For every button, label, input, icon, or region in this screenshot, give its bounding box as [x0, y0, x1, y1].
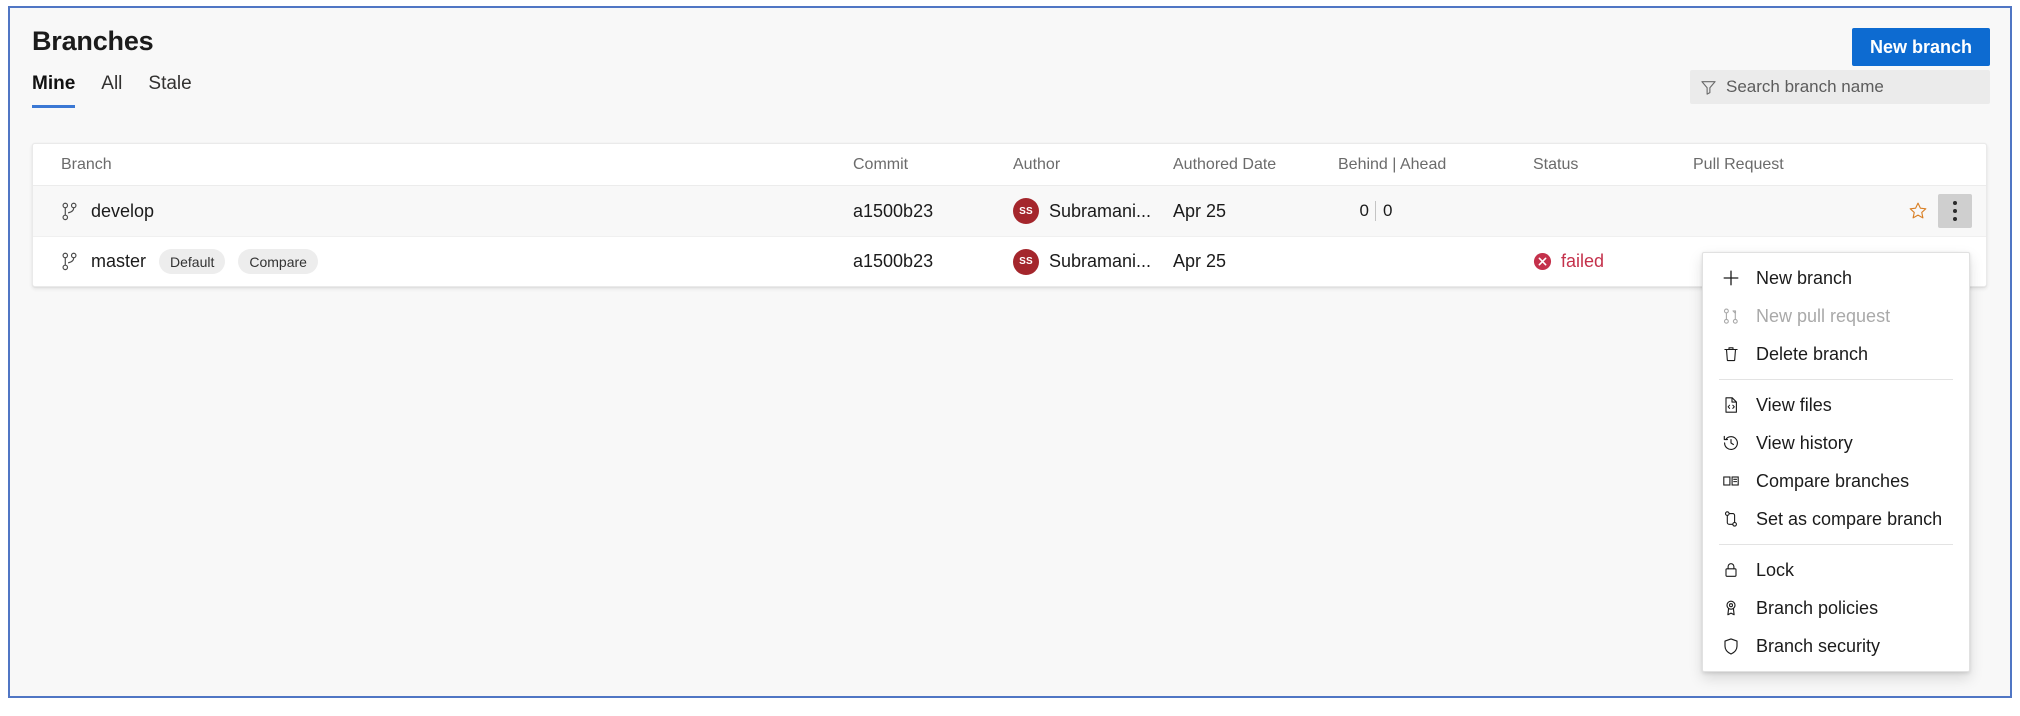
filter-icon [1701, 80, 1716, 95]
column-header-status: Status [1533, 155, 1579, 173]
menu-item-branch-policies[interactable]: Branch policies [1703, 589, 1969, 627]
author-name: Subramani... [1049, 200, 1152, 221]
menu-separator [1719, 379, 1953, 380]
menu-item-label: View history [1756, 432, 1853, 453]
branch-name: develop [91, 200, 155, 221]
menu-item-view-files[interactable]: View files [1703, 386, 1969, 424]
pull-request-icon [1723, 308, 1738, 324]
row-more-actions-button[interactable] [1938, 194, 1972, 228]
ahead-count: 0 [1383, 201, 1393, 220]
branch-context-menu: New branch New pull request Delete branc… [1702, 252, 1970, 672]
menu-item-label: Set as compare branch [1756, 508, 1943, 529]
page-title: Branches [32, 26, 154, 56]
menu-separator [1719, 544, 1953, 545]
status-failed-icon [1533, 252, 1552, 271]
cell-behind-ahead: 0 0 [1338, 201, 1533, 221]
compare-icon [1723, 476, 1739, 486]
cell-author: SS Subramani... [1013, 198, 1173, 224]
cell-branch: master Default Compare [33, 249, 853, 274]
menu-item-label: Compare branches [1756, 470, 1910, 491]
cell-branch: develop [33, 201, 853, 222]
menu-item-label: Branch policies [1756, 597, 1879, 618]
menu-item-view-history[interactable]: View history [1703, 424, 1969, 462]
badge-compare: Compare [238, 249, 318, 274]
hub-header: Branches New branch [10, 8, 2010, 70]
pivot-bar: Mine All Stale Search branch name [10, 70, 2010, 118]
column-header-behind-ahead: Behind | Ahead [1338, 155, 1447, 173]
status-badge: failed [1561, 251, 1605, 271]
cell-actions [1893, 194, 1986, 228]
tab-mine[interactable]: Mine [32, 72, 76, 108]
table-row[interactable]: develop a1500b23 SS Subramani... Apr 25 … [33, 186, 1986, 236]
cell-authored-date: Apr 25 [1173, 200, 1227, 221]
menu-item-label: Lock [1756, 559, 1795, 580]
history-icon [1723, 435, 1738, 451]
kebab-dot [1953, 209, 1957, 213]
search-placeholder: Search branch name [1726, 77, 1884, 96]
badge-default: Default [159, 249, 226, 274]
menu-item-lock[interactable]: Lock [1703, 551, 1969, 589]
plus-icon [1723, 270, 1739, 286]
menu-item-compare-branches[interactable]: Compare branches [1703, 462, 1969, 500]
search-branch-input[interactable]: Search branch name [1690, 70, 1990, 104]
menu-item-new-branch[interactable]: New branch [1703, 259, 1969, 297]
column-header-branch: Branch [61, 155, 112, 173]
column-header-authored-date: Authored Date [1173, 155, 1277, 173]
menu-item-label: New pull request [1756, 305, 1891, 326]
menu-item-delete-branch[interactable]: Delete branch [1703, 335, 1969, 373]
menu-item-label: New branch [1756, 267, 1853, 288]
tab-all[interactable]: All [101, 72, 122, 108]
branch-icon [62, 202, 77, 220]
author-name: Subramani... [1049, 251, 1152, 271]
menu-item-branch-security[interactable]: Branch security [1703, 627, 1969, 665]
file-code-icon [1725, 397, 1737, 413]
branches-table: Branch Commit Author Authored Date Behin… [32, 143, 1987, 287]
branch-icon [62, 252, 77, 271]
tab-stale[interactable]: Stale [148, 72, 191, 108]
cell-commit[interactable]: a1500b23 [853, 201, 1013, 222]
branches-hub: Branches New branch Mine All Stale Searc… [8, 6, 2012, 698]
set-compare-icon [1724, 511, 1737, 527]
avatar: SS [1013, 198, 1039, 224]
branch-filter-tabs: Mine All Stale [32, 72, 192, 108]
menu-item-new-pull-request: New pull request [1703, 297, 1969, 335]
menu-item-set-as-compare-branch[interactable]: Set as compare branch [1703, 500, 1969, 538]
policy-icon [1726, 600, 1736, 616]
column-header-author: Author [1013, 155, 1061, 173]
lock-icon [1725, 563, 1737, 577]
kebab-dot [1953, 217, 1957, 221]
table-header-row: Branch Commit Author Authored Date Behin… [33, 144, 1986, 186]
trash-icon [1724, 347, 1738, 362]
branch-name: master [91, 251, 147, 271]
favorite-star-button[interactable] [1902, 195, 1934, 227]
cell-authored-date: Apr 25 [1173, 251, 1227, 271]
cell-author: SS Subramani... [1013, 248, 1173, 275]
cell-commit[interactable]: a1500b23 [853, 251, 1013, 272]
menu-item-label: Branch security [1756, 635, 1881, 656]
shield-icon [1724, 638, 1738, 655]
star-icon [1909, 202, 1927, 219]
branches-page: Branches New branch Mine All Stale Searc… [0, 0, 2020, 716]
behind-count: 0 [1359, 201, 1369, 220]
kebab-dot [1953, 201, 1957, 205]
column-header-commit: Commit [853, 155, 909, 173]
new-branch-button[interactable]: New branch [1851, 28, 1990, 66]
table-row[interactable]: master Default Compare a1500b23 SS Subra… [33, 236, 1986, 286]
avatar: SS [1013, 248, 1039, 275]
menu-item-label: Delete branch [1756, 343, 1869, 364]
column-header-pull-request: Pull Request [1693, 155, 1784, 173]
cell-status: failed [1533, 251, 1693, 272]
menu-item-label: View files [1756, 394, 1832, 415]
